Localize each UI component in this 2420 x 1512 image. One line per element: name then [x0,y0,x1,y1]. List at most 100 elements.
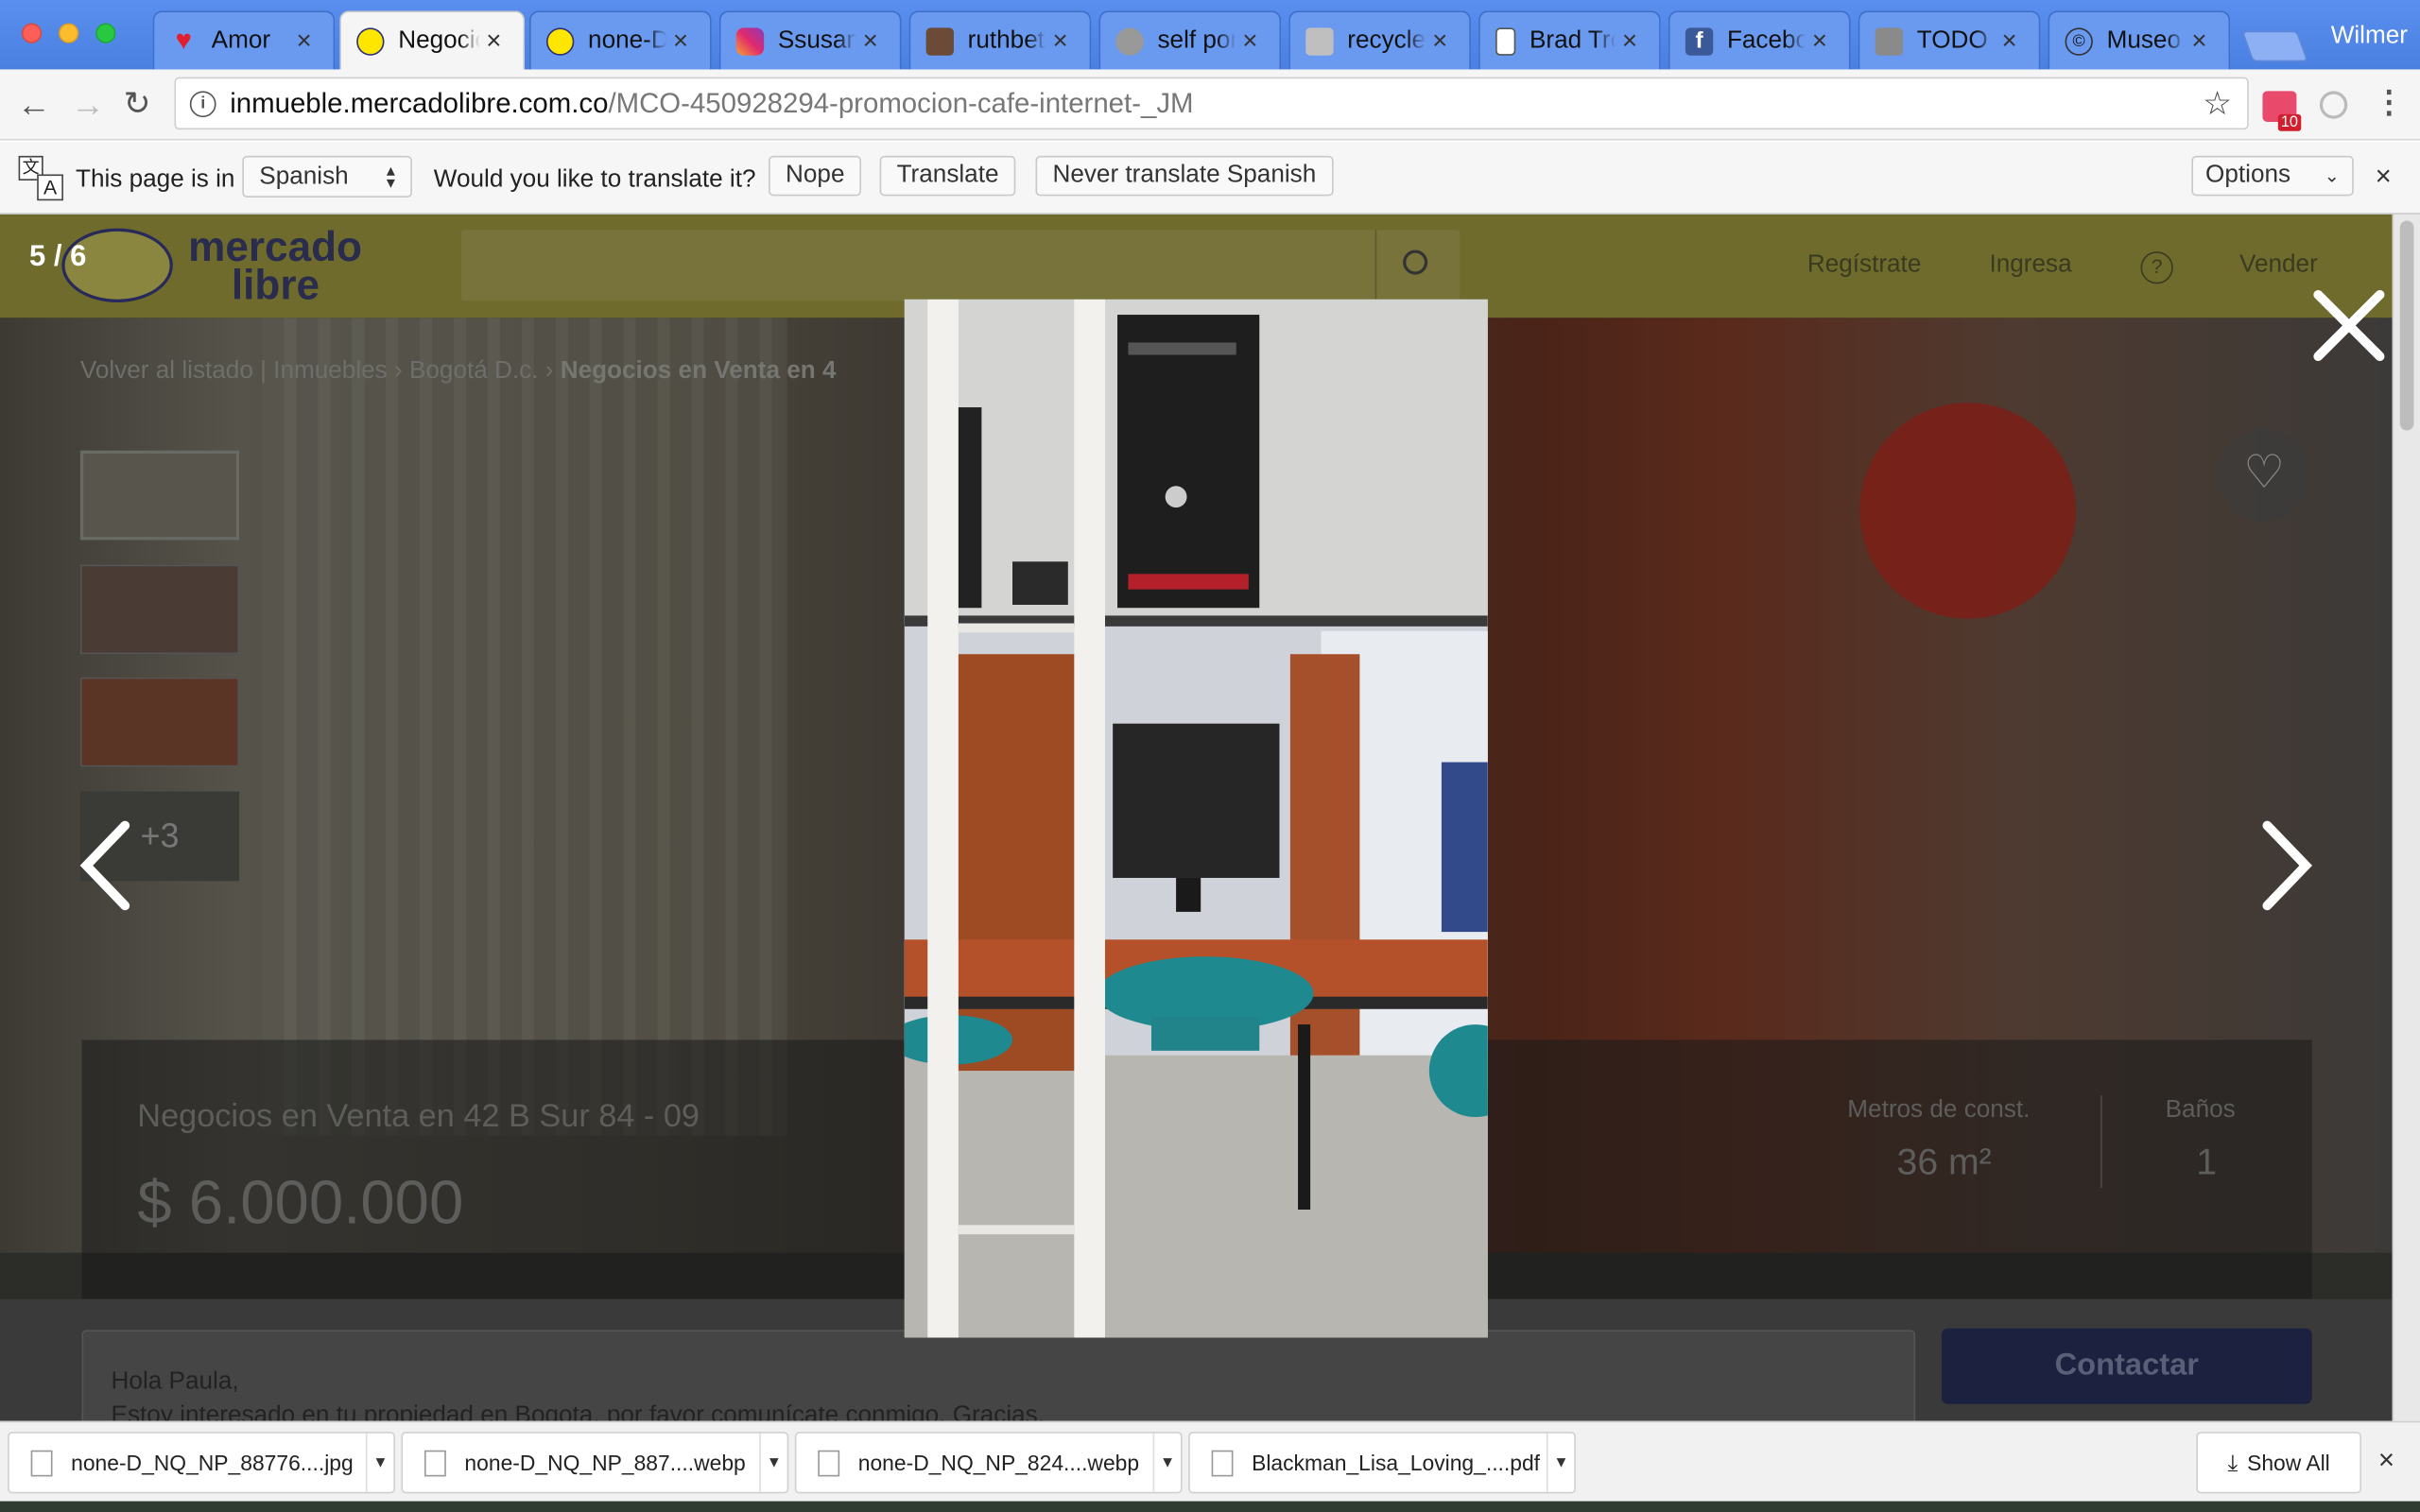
favorite-heart-icon[interactable]: ♡ [2218,428,2311,522]
address-bar[interactable]: i inmueble.mercadolibre.com.co/MCO-45092… [174,77,2249,130]
url-host: inmueble.mercadolibre.com.co [230,87,609,118]
breadcrumb-inmuebles[interactable]: Inmuebles [273,358,388,385]
download-item-1[interactable]: none-D_NQ_NP_88776....jpg ▼ [8,1432,395,1494]
language-value: Spanish [259,163,349,189]
help-icon[interactable]: ? [2140,251,2173,284]
download-menu-arrow[interactable]: ▼ [759,1433,786,1492]
browser-window: ♥ Amor× Negocio× none-D_× Ssusana× ruthb… [0,0,2420,1512]
breadcrumb-sep: › [544,357,554,385]
nope-button[interactable]: Nope [769,155,862,197]
close-tab-icon[interactable]: × [673,26,695,57]
info-icon[interactable]: i [189,90,216,117]
photo-icon [1875,26,1904,55]
scrollbar-thumb[interactable] [2399,220,2414,431]
gallery-counter: 5 / 6 [29,240,87,273]
back-icon[interactable]: ← [17,85,51,125]
close-tab-icon[interactable]: × [1622,26,1644,57]
tab-negocio[interactable]: Negocio × [339,10,526,70]
close-tab-icon[interactable]: × [296,26,318,57]
tab-facebook[interactable]: f Faceboo× [1668,10,1851,70]
tab-self-port[interactable]: self port× [1098,10,1282,70]
reload-icon[interactable]: ↻ [124,85,151,124]
tab-todo[interactable]: TODO V× [1858,10,2041,70]
tab-brad-tro[interactable]: Brad Tro × [1478,10,1661,70]
extension-icon-2[interactable] [2319,91,2348,119]
thumbnail-3[interactable] [79,677,240,767]
download-name-3: none-D_NQ_NP_824....webp [857,1450,1140,1475]
never-translate-button[interactable]: Never translate Spanish [1035,155,1334,197]
contact-message-field[interactable]: Hola Paula, Estoy interesado en tu propi… [81,1330,1916,1421]
bookmark-star-icon[interactable]: ☆ [2203,85,2232,124]
facebook-icon: f [1685,26,1714,55]
menu-icon[interactable]: ⋮ [2374,83,2405,122]
thumbnail-2[interactable] [79,564,240,655]
new-tab-button[interactable] [2241,30,2308,62]
download-menu-arrow[interactable]: ▼ [1546,1433,1574,1492]
close-translate-icon[interactable]: × [2376,161,2392,193]
close-tab-icon[interactable]: × [1432,26,1454,57]
close-tab-icon[interactable]: × [1242,26,1264,57]
document-icon [1495,26,1516,55]
next-image-icon[interactable] [2256,819,2318,912]
close-tab-icon[interactable]: × [863,26,885,57]
background-shelves [262,318,787,1136]
breadcrumb-back[interactable]: Volver al listado [80,358,253,385]
gallery-main-image [904,299,1488,1338]
translate-button[interactable]: Translate [879,155,1016,197]
breadcrumb-sep: | [260,357,267,385]
spec-baths-value: 1 [2196,1142,2218,1184]
close-window-button[interactable] [21,23,43,43]
options-select[interactable]: Options ⌄ [2191,155,2354,197]
language-select[interactable]: Spanish ▴ ▾ [242,155,412,198]
close-tab-icon[interactable]: × [2002,26,2024,57]
chevron-down-icon: ⌄ [2324,164,2341,187]
close-tab-icon[interactable]: × [1812,26,1834,57]
nav-registrate[interactable]: Regístrate [1807,251,1922,279]
tab-instagram[interactable]: Ssusana× [718,10,902,70]
close-gallery-icon[interactable] [2308,285,2389,366]
spec-divider [2100,1095,2102,1189]
site-search-button[interactable] [1374,230,1461,301]
translate-icon: 文 A [18,155,65,202]
tab-none-d[interactable]: none-D_× [529,10,712,70]
instagram-icon [735,26,765,55]
prev-image-icon[interactable] [74,819,135,912]
forward-icon[interactable]: → [71,85,105,125]
download-item-2[interactable]: none-D_NQ_NP_887....webp ▼ [401,1432,789,1494]
heart-icon: ♥ [175,25,193,56]
close-tab-icon[interactable]: × [2191,26,2213,57]
logo-line-2: libre [231,262,320,309]
tab-ruthbeta[interactable]: ruthbeta× [908,10,1092,70]
logo-line-1: mercado [188,223,362,270]
show-all-downloads-button[interactable]: ⤓ Show All [2196,1432,2361,1494]
tab-amor[interactable]: ♥ Amor × [152,10,336,70]
breadcrumb-bogota[interactable]: Bogotá D.c. [409,358,539,385]
tab-museo[interactable]: © Museo F× [2048,10,2231,70]
spec-area-label: Metros de const. [1847,1096,2031,1124]
download-shelf: none-D_NQ_NP_88776....jpg ▼ none-D_NQ_NP… [0,1420,2420,1502]
download-item-3[interactable]: none-D_NQ_NP_824....webp ▼ [794,1432,1183,1494]
maximize-window-button[interactable] [95,23,116,43]
copyright-icon: © [2065,26,2093,55]
site-logo-text[interactable]: mercado libre [188,223,362,309]
profile-name[interactable]: Wilmer [2300,23,2408,50]
thumbnail-1[interactable] [79,450,240,541]
download-name-2: none-D_NQ_NP_887....webp [464,1450,746,1475]
close-shelf-icon[interactable]: × [2378,1444,2394,1476]
nav-vender[interactable]: Vender [2239,251,2318,279]
minimize-window-button[interactable] [59,23,79,43]
close-tab-icon[interactable]: × [1052,26,1074,57]
site-search-input[interactable] [461,230,1461,301]
download-menu-arrow[interactable]: ▼ [365,1433,393,1492]
nav-ingresa[interactable]: Ingresa [1989,251,2071,279]
options-label: Options [2205,162,2291,189]
extension-icon[interactable]: 10 [2262,91,2302,131]
spec-area-value: 36 m² [1896,1142,1992,1184]
download-menu-arrow[interactable]: ▼ [1152,1433,1181,1492]
contactar-button[interactable]: Contactar [1941,1328,2312,1404]
close-tab-icon[interactable]: × [486,26,508,57]
tab-strip: ♥ Amor× Negocio× none-D_× Ssusana× ruthb… [0,0,2420,70]
download-item-4[interactable]: Blackman_Lisa_Loving_....pdf ▼ [1188,1432,1576,1494]
tab-recycled[interactable]: recyclec× [1288,10,1471,70]
page-scrollbar[interactable] [2392,214,2420,1421]
